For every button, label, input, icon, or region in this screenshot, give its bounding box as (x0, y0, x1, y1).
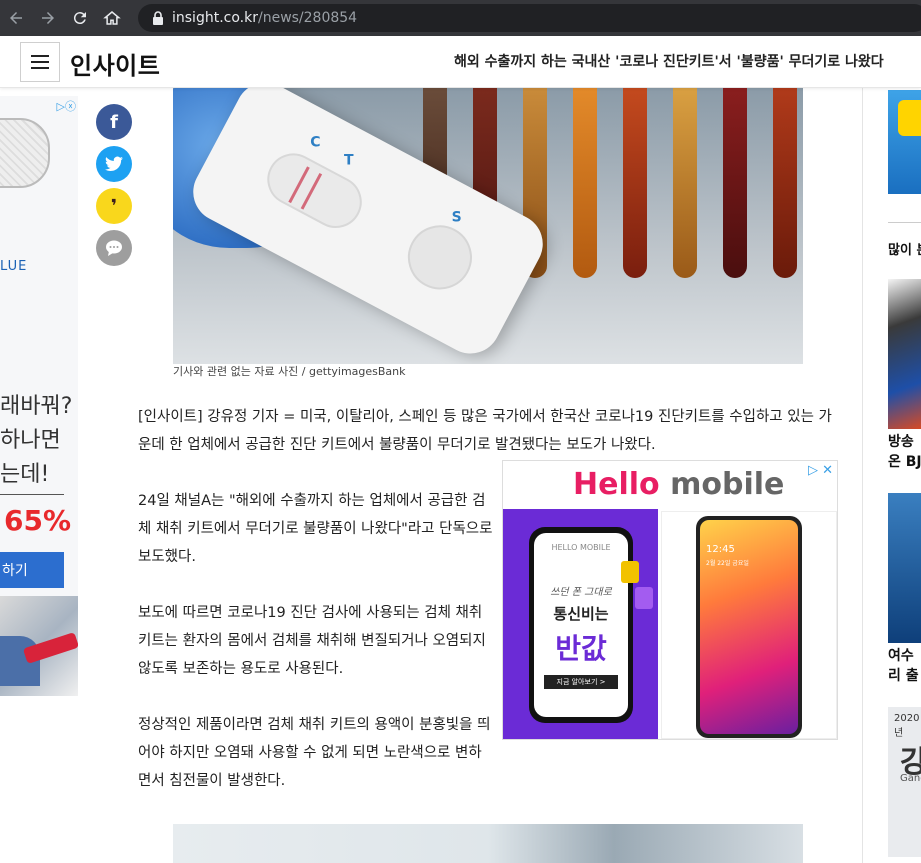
reload-icon (73, 12, 86, 25)
arrow-right-icon (42, 12, 54, 24)
comment-button[interactable] (96, 230, 132, 266)
article-hero-image: C T S (173, 88, 803, 364)
sidebar-item-3-sub: Gang (900, 773, 921, 784)
sim-card-icon (635, 587, 653, 609)
home-icon (103, 11, 121, 25)
kakaostory-icon: ❜ (110, 195, 118, 217)
article-paragraph-2: 24일 채널A는 "해외에 수출까지 하는 업체에서 공급한 검체 채취 키트에… (138, 493, 493, 565)
sidebar-thumbnail-2[interactable] (888, 493, 921, 643)
sidebar-section-title: 많이 본 (888, 243, 921, 258)
image-caption: 기사와 관련 없는 자료 사진 / gettyimagesBank (173, 365, 406, 378)
hamburger-icon (31, 55, 49, 57)
hamburger-menu-button[interactable] (20, 42, 60, 82)
arrow-left-icon (10, 12, 22, 24)
sidebar-thumbnail-1[interactable] (888, 279, 921, 429)
kakaostory-share-button[interactable]: ❜ (96, 188, 132, 224)
article-paragraph-1: [인사이트] 강유정 기자 = 미국, 이탈리아, 스페인 등 많은 국가에서 … (138, 409, 832, 453)
ad-choices-icon[interactable]: ▷ ✕ (808, 463, 833, 478)
site-logo[interactable]: 인사이트 (70, 46, 160, 81)
label-t: T (343, 152, 354, 169)
ad-left-panel: HELLO MOBILE 쓰던 폰 그대로 통신비는 반값 지금 알아보기 > (503, 509, 658, 739)
ad-divider (0, 494, 64, 495)
ad-copy-line1: 래바꿔? (0, 394, 73, 419)
sidebar-item-1-line1[interactable]: 방송 (888, 432, 914, 452)
ad-discount: 65% (4, 504, 72, 537)
test-cassette: C T S (182, 88, 554, 364)
label-c: C (310, 134, 321, 151)
url-path: /news/280854 (257, 10, 358, 26)
sidebar-divider (862, 88, 863, 863)
sidebar-item-2-line1[interactable]: 여수 (888, 646, 914, 666)
ad-cta-button[interactable]: 하기 (0, 552, 64, 588)
reload-button[interactable] (64, 0, 96, 36)
back-button[interactable] (0, 0, 32, 36)
url-host: insight.co.kr (172, 10, 258, 26)
ad-copy-line3: 는데! (0, 462, 50, 487)
ad-phone-cta[interactable]: 지금 알아보기 > (544, 675, 618, 689)
ad-phone-mockup: HELLO MOBILE 쓰던 폰 그대로 통신비는 반값 지금 알아보기 > (529, 527, 633, 723)
sidebar-item-1-line2[interactable]: 온 BJ (888, 452, 921, 472)
sidebar-section-rule (888, 222, 921, 223)
phone-time: 12:45 (706, 544, 735, 555)
ad-brand-logo: Hello mobile (573, 467, 785, 502)
facebook-share-button[interactable]: f (96, 104, 132, 140)
browser-toolbar: insight.co.kr/news/280854 (0, 0, 921, 36)
ad-brand: LUE (0, 259, 28, 274)
twitter-share-button[interactable] (96, 146, 132, 182)
page: insight.co.kr/news/280854 인사이트 해외 수출까지 하… (0, 0, 921, 863)
sidebar-item-3-year: 2020년 (894, 713, 920, 739)
ad-phone-logo: HELLO MOBILE (551, 543, 611, 552)
ad-right-panel: 12:45 2월 22일 금요일 (661, 511, 837, 739)
comment-icon (106, 240, 122, 256)
left-side-ad[interactable]: ▷ⓧ LUE 래바꿔? 하나면 는데! 65% 하기 (0, 96, 78, 696)
forward-button[interactable] (32, 0, 64, 36)
twitter-icon (105, 156, 123, 172)
phone-date: 2월 22일 금요일 (706, 560, 749, 567)
ad-photo (0, 596, 78, 696)
product-image (0, 118, 50, 188)
ad-choices-icon[interactable]: ▷ⓧ (57, 98, 76, 114)
sidebar-banner[interactable] (888, 90, 921, 194)
article-paragraph-3: 보도에 따르면 코로나19 진단 검사에 사용되는 검체 채취 키트는 환자의 … (138, 605, 486, 677)
header-headline: 해외 수출까지 하는 국내산 '코로나 진단키트'서 '불량품' 무더기로 나왔… (454, 54, 884, 70)
ad-copy-line2: 하나면 (0, 428, 61, 453)
article-paragraph-4: 정상적인 제품이라면 검체 채취 키트의 용액이 분홍빛을 띄어야 하지만 오염… (138, 717, 491, 789)
home-button[interactable] (96, 0, 128, 36)
sidebar-item-2-line2[interactable]: 리 출 (888, 666, 919, 686)
article-second-image (173, 824, 803, 863)
ad-phone-line1: 쓰던 폰 그대로 (550, 587, 612, 598)
ad-phone-line3: 반값 (555, 632, 607, 665)
ad-smartphone-image: 12:45 2월 22일 금요일 (696, 516, 802, 738)
sim-card-icon (621, 561, 639, 583)
lock-icon (153, 11, 163, 25)
ad-phone-line2: 통신비는 (553, 605, 609, 623)
label-s: S (451, 209, 462, 226)
facebook-icon: f (110, 111, 118, 133)
site-header: 인사이트 해외 수출까지 하는 국내산 '코로나 진단키트'서 '불량품' 무더… (0, 36, 921, 88)
address-bar[interactable]: insight.co.kr/news/280854 (138, 4, 921, 32)
inline-ad[interactable]: ▷ ✕ Hello mobile HELLO MOBILE 쓰던 폰 그대로 통… (502, 460, 838, 740)
sidebar-thumbnail-3[interactable]: 2020년 강 Gang (888, 707, 921, 857)
